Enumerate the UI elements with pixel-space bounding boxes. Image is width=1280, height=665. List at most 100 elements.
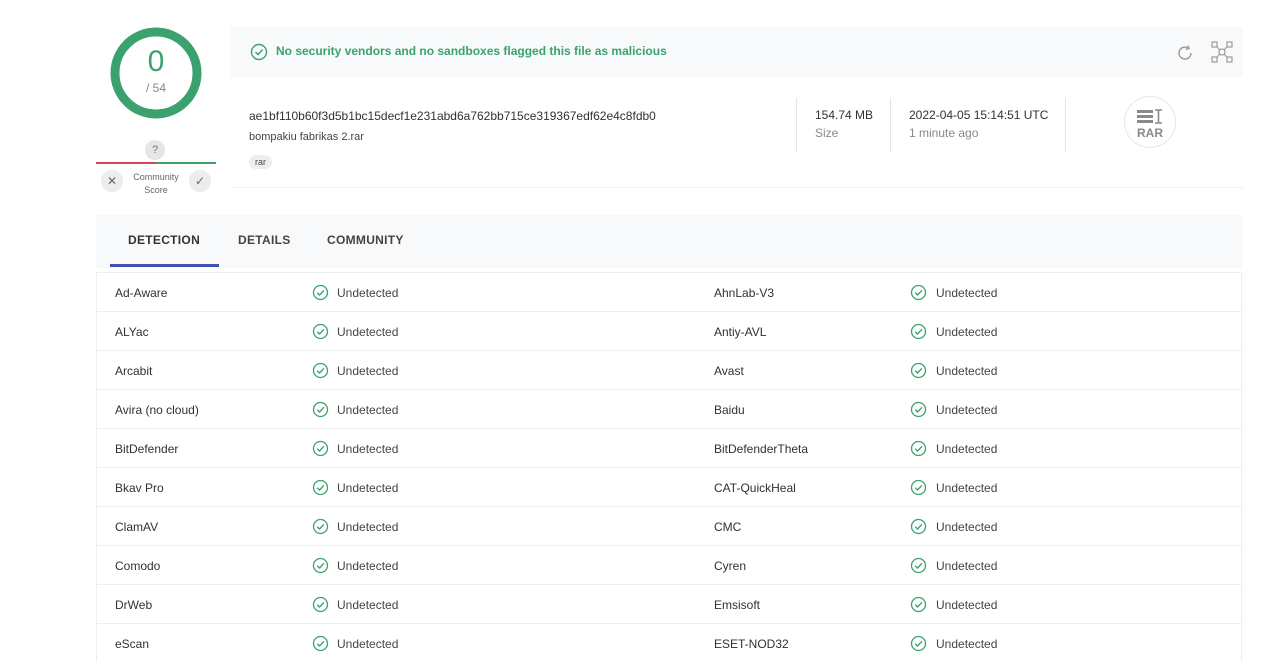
- engine-result: Undetected: [337, 559, 399, 573]
- engine-result: Undetected: [936, 364, 998, 378]
- score-total: / 54: [145, 81, 166, 95]
- engine-name: ALYac: [115, 325, 149, 339]
- engine-name: eScan: [115, 637, 150, 651]
- community-score-bar: [96, 162, 216, 164]
- vote-harmless-button[interactable]: ✓: [189, 170, 211, 192]
- table-row: DrWeb Undetected Emsisoft Undetected: [96, 584, 1242, 623]
- table-row: BitDefender Undetected BitDefenderTheta Und…: [96, 428, 1242, 467]
- engine-result: Undetected: [337, 325, 399, 339]
- check-circle-icon: [910, 518, 927, 535]
- engine-result: Undetected: [936, 403, 998, 417]
- engine-result: Undetected: [337, 481, 399, 495]
- check-circle-icon: [312, 479, 329, 496]
- file-name: bompakiu fabrikas 2.rar: [249, 131, 364, 143]
- engine-result: Undetected: [936, 520, 998, 534]
- file-info-panel: ae1bf110b60f3d5b1bc15decf1e231abd6a762bb…: [231, 78, 1243, 188]
- table-row: eScan Undetected ESET-NOD32 Undetected: [96, 623, 1242, 662]
- community-score-help-icon[interactable]: ?: [145, 140, 165, 160]
- verdict-banner: No security vendors and no sandboxes fla…: [231, 27, 1243, 77]
- engine-name: ClamAV: [115, 520, 159, 534]
- table-row: Ad-Aware Undetected AhnLab-V3 Undetected: [96, 272, 1242, 311]
- divider: [1065, 98, 1066, 152]
- engine-result: Undetected: [337, 403, 399, 417]
- check-circle-icon: [312, 596, 329, 613]
- engine-result: Undetected: [936, 559, 998, 573]
- engine-name: Avira (no cloud): [115, 403, 199, 417]
- file-size: 154.74 MB: [815, 108, 874, 122]
- file-hash[interactable]: ae1bf110b60f3d5b1bc15decf1e231abd6a762bb…: [249, 109, 656, 123]
- engine-result: Undetected: [337, 520, 399, 534]
- check-circle-icon: [312, 440, 329, 457]
- table-row: ALYac Undetected Antiy-AVL Undetected: [96, 311, 1242, 350]
- engine-result: Undetected: [936, 637, 998, 651]
- tab-details[interactable]: DETAILS: [238, 233, 291, 247]
- analysis-date: 2022-04-05 15:14:51 UTC: [909, 108, 1049, 122]
- engine-name: ESET-NOD32: [714, 637, 789, 651]
- table-row: Comodo Undetected Cyren Undetected: [96, 545, 1242, 584]
- score-value: 0: [147, 45, 165, 78]
- check-circle-icon: [910, 323, 927, 340]
- engine-name: Emsisoft: [714, 598, 761, 612]
- engine-name: Arcabit: [115, 364, 153, 378]
- engine-name: Comodo: [115, 559, 161, 573]
- check-circle-icon: [312, 518, 329, 535]
- engine-name: DrWeb: [115, 598, 153, 612]
- engine-result: Undetected: [936, 325, 998, 339]
- check-circle-icon: [910, 401, 927, 418]
- analysis-tabs: DETECTION DETAILS COMMUNITY: [96, 215, 1242, 268]
- reload-icon[interactable]: [1175, 43, 1195, 63]
- engine-result: Undetected: [936, 598, 998, 612]
- analysis-age: 1 minute ago: [909, 126, 979, 140]
- file-type-label: RAR: [1137, 126, 1163, 140]
- engine-result: Undetected: [337, 598, 399, 612]
- check-circle-icon: [250, 43, 268, 61]
- engine-name: Bkav Pro: [115, 481, 164, 495]
- engine-name: CMC: [714, 520, 742, 534]
- check-circle-icon: [910, 284, 927, 301]
- engine-name: Antiy-AVL: [714, 325, 767, 339]
- engine-name: Avast: [714, 364, 744, 378]
- engine-name: Baidu: [714, 403, 745, 417]
- table-row: Bkav Pro Undetected CAT-QuickHeal Undetecte…: [96, 467, 1242, 506]
- detection-score: 0 / 54: [107, 24, 205, 122]
- engine-name: Cyren: [714, 559, 747, 573]
- check-circle-icon: [910, 440, 927, 457]
- table-row: Arcabit Undetected Avast Undetected: [96, 350, 1242, 389]
- engine-result: Undetected: [337, 442, 399, 456]
- check-circle-icon: [910, 362, 927, 379]
- rar-file-icon: RAR: [1124, 96, 1176, 148]
- engine-name: AhnLab-V3: [714, 286, 775, 300]
- engine-name: CAT-QuickHeal: [714, 481, 796, 495]
- table-row: Avira (no cloud) Undetected Baidu Undetecte…: [96, 389, 1242, 428]
- check-circle-icon: [312, 557, 329, 574]
- verdict-message: No security vendors and no sandboxes fla…: [276, 44, 667, 58]
- check-circle-icon: [910, 596, 927, 613]
- graph-icon[interactable]: [1211, 41, 1233, 63]
- engine-name: Ad-Aware: [115, 286, 168, 300]
- check-circle-icon: [910, 557, 927, 574]
- engine-result: Undetected: [337, 286, 399, 300]
- engine-result: Undetected: [936, 442, 998, 456]
- engine-name: BitDefenderTheta: [714, 442, 809, 456]
- tab-detection[interactable]: DETECTION: [128, 233, 200, 247]
- table-row: ClamAV Undetected CMC Undetected: [96, 506, 1242, 545]
- check-circle-icon: [910, 635, 927, 652]
- file-tag[interactable]: rar: [249, 155, 272, 169]
- divider: [796, 98, 797, 152]
- engine-result: Undetected: [936, 481, 998, 495]
- check-circle-icon: [312, 401, 329, 418]
- active-tab-indicator: [110, 264, 219, 267]
- engine-result: Undetected: [337, 364, 399, 378]
- check-circle-icon: [312, 635, 329, 652]
- divider: [890, 98, 891, 152]
- engine-name: BitDefender: [115, 442, 179, 456]
- file-size-label: Size: [815, 126, 839, 140]
- check-circle-icon: [910, 479, 927, 496]
- vote-malicious-button[interactable]: ✕: [101, 170, 123, 192]
- check-circle-icon: [312, 284, 329, 301]
- check-circle-icon: [312, 362, 329, 379]
- detections-table: Ad-Aware Undetected AhnLab-V3 Undetected ALY…: [96, 272, 1242, 662]
- engine-result: Undetected: [936, 286, 998, 300]
- engine-result: Undetected: [337, 637, 399, 651]
- tab-community[interactable]: COMMUNITY: [327, 233, 404, 247]
